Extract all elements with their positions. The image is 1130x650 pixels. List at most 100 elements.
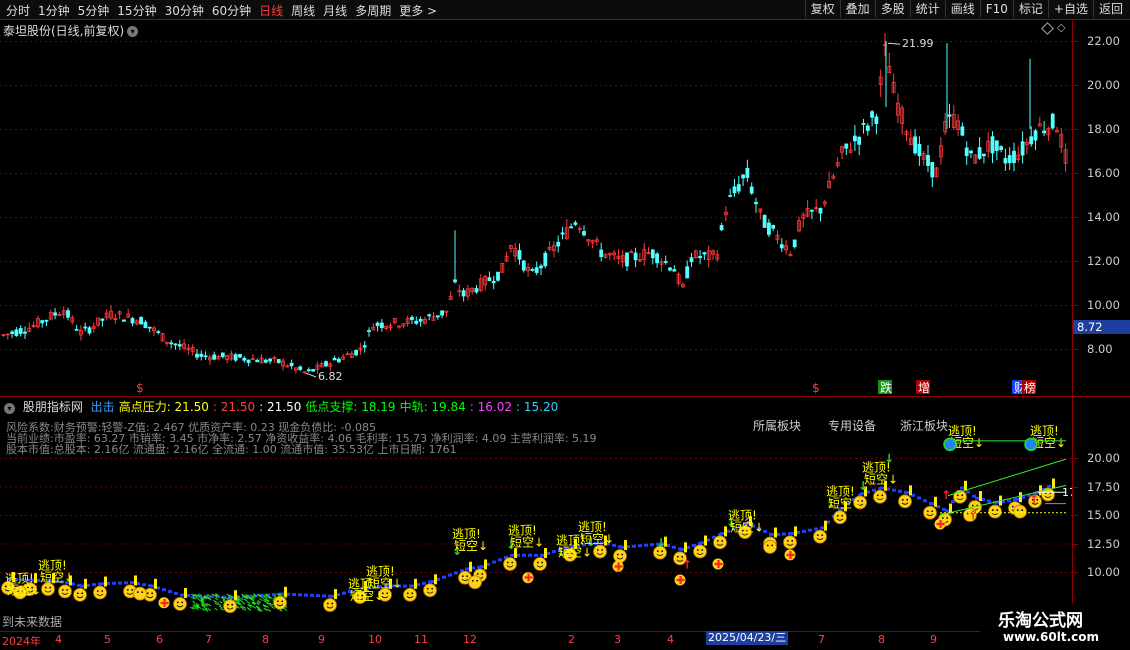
event-marker[interactable]: 跌 [880, 380, 892, 395]
candle-body [964, 147, 969, 157]
period-tab[interactable]: 5分钟 [74, 2, 114, 19]
trend-dash [322, 594, 326, 598]
smiley-icon [763, 540, 777, 554]
date-label: 8 [878, 633, 885, 646]
candle-body [53, 312, 57, 316]
candle-body [242, 357, 247, 361]
trend-dash [898, 489, 902, 493]
smiley-icon [693, 544, 707, 559]
signal-bar [134, 575, 137, 586]
trend-dash [330, 594, 334, 598]
smiley-icon [533, 557, 547, 571]
candle-body [375, 322, 380, 327]
candle-body [728, 195, 733, 197]
event-marker[interactable]: $ [812, 381, 820, 395]
period-tab[interactable]: 15分钟 [113, 2, 160, 19]
candle-body [698, 256, 702, 259]
candle-body [435, 315, 440, 318]
event-marker[interactable]: 增 [918, 381, 930, 395]
candle-body [539, 265, 543, 269]
trend-dash [480, 565, 484, 569]
toolbar-button[interactable]: F10 [979, 0, 1013, 18]
trend-dash [540, 553, 544, 557]
period-tabs: 分时 1分钟 5分钟 15分钟 30分钟 60分钟 日线 周线 月线 多周期 更多 > [2, 2, 441, 19]
period-tab[interactable]: 30分钟 [161, 2, 208, 19]
green-noise [207, 608, 212, 611]
candle-body [156, 331, 161, 334]
candle-body [633, 252, 638, 261]
axis-tick-label: 22.00 [1087, 34, 1120, 48]
period-tab[interactable]: 周线 [287, 2, 319, 19]
trend-dash [966, 490, 970, 494]
toolbar-button[interactable]: 返回 [1092, 0, 1128, 18]
trend-dash [442, 575, 446, 579]
candle-body [1029, 136, 1034, 145]
candle-body [853, 135, 857, 142]
svg-text:✚: ✚ [676, 574, 685, 587]
candle-body [663, 261, 668, 263]
date-label: 2 [568, 633, 575, 646]
axis-tick-label: 14.00 [1087, 210, 1120, 224]
trend-dash [820, 526, 824, 530]
green-noise [252, 605, 257, 609]
axis-tick-mark [1073, 572, 1078, 573]
period-tab[interactable]: 日线 [255, 2, 287, 19]
axis-tick-label: 12.50 [1087, 536, 1120, 551]
axis-tick-mark [1073, 349, 1078, 350]
period-tab[interactable]: 更多 > [395, 2, 441, 19]
signal-bar [414, 578, 417, 589]
period-tab[interactable]: 多周期 [351, 2, 395, 19]
date-label: 5 [104, 633, 111, 646]
trend-dash [975, 496, 979, 500]
trend-dash [342, 591, 346, 595]
event-marker[interactable]: 榜 [1024, 380, 1036, 395]
main-candlestick-chart[interactable]: 21.996.82$ $ 跌增财榜 [0, 20, 1072, 396]
toolbar-button[interactable]: 统计 [909, 0, 945, 18]
candle-body [74, 328, 79, 331]
toolbar-button[interactable]: 标记 [1012, 0, 1048, 18]
period-tab[interactable]: 月线 [319, 2, 351, 19]
trend-dash [644, 543, 648, 547]
signal-bar [1019, 492, 1022, 503]
period-tab[interactable]: 60分钟 [208, 2, 255, 19]
candle-body [741, 174, 745, 179]
trend-dash [814, 527, 818, 531]
toolbar-button[interactable]: +自选 [1047, 0, 1093, 18]
indicator-chart[interactable]: ✚✚✚✚✚✚✚↑↑↑↑↓ ↓ ↓↓↓↓↓↓ ↓逃顶!短空↓逃顶!短空↓逃顶!短空↓逃顶… [0, 397, 1072, 631]
event-marker[interactable]: $ [136, 381, 144, 395]
toolbar-button[interactable]: 复权 [804, 0, 840, 18]
smiley-icon [713, 535, 727, 550]
axis-tick-label: 20.00 [1087, 78, 1120, 92]
candle-body [354, 349, 359, 356]
smiley-icon [503, 557, 517, 571]
short-signal: 短空↓ [454, 539, 488, 553]
candle-body [311, 369, 316, 372]
toolbar-button[interactable]: 多股 [874, 0, 910, 18]
date-label: 4 [667, 633, 674, 646]
period-tab[interactable]: 分时 [2, 2, 34, 19]
signal-bar [909, 485, 912, 496]
candle-body [969, 150, 973, 154]
trend-dash [930, 502, 934, 506]
trend-dash [905, 491, 909, 495]
up-arrow-icon: ↑ [682, 558, 692, 572]
candle-body [517, 250, 522, 260]
candle-body [14, 329, 19, 336]
candle-body [792, 239, 797, 248]
candle-body [655, 253, 659, 264]
toolbar-button[interactable]: 叠加 [839, 0, 875, 18]
toolbar-button[interactable]: 画线 [944, 0, 980, 18]
period-tab[interactable]: 1分钟 [34, 2, 74, 19]
short-signal: 短空↓ [350, 589, 384, 603]
axis-tick-label: 17.50 [1087, 479, 1120, 494]
axis-tick-mark [1073, 85, 1078, 86]
trend-dash [808, 528, 812, 532]
candle-body [999, 146, 1003, 150]
candle-body [263, 359, 268, 363]
trend-dash [150, 584, 154, 588]
smiley-icon [93, 585, 107, 600]
smiley-icon [783, 535, 797, 550]
signal-bar [979, 491, 982, 502]
smiley-icon [73, 587, 87, 602]
axis-tick-mark [1073, 217, 1078, 218]
